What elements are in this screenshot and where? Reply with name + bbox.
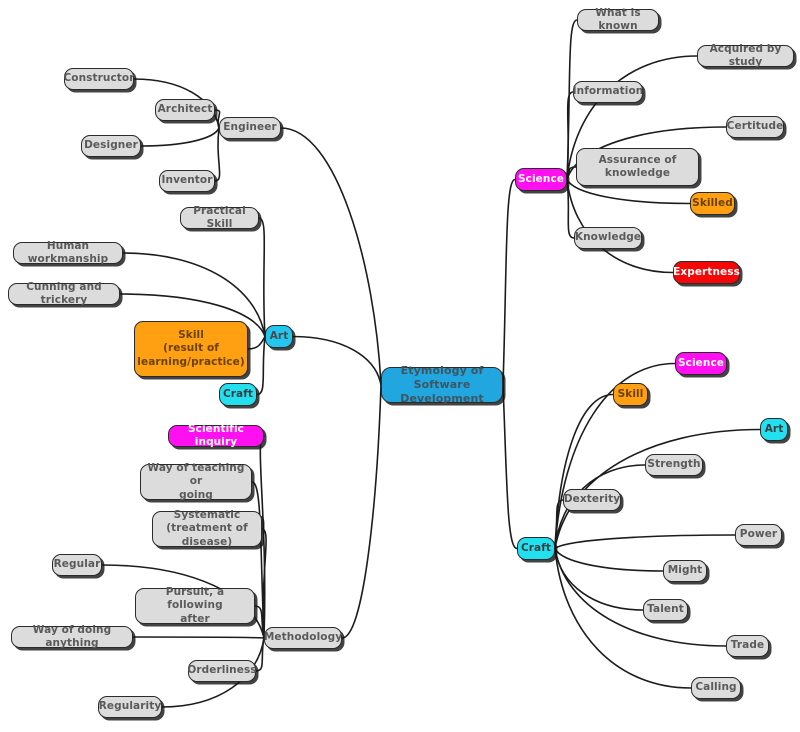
mindmap-node-science[interactable]: Science (515, 168, 567, 191)
edge-root-to-engineer (280, 127, 382, 386)
edge-science-to-expertness (566, 178, 674, 274)
mindmap-node-cunning-trickery[interactable]: Cunning and trickery (8, 281, 120, 306)
edge-root-to-art (292, 335, 382, 386)
mindmap-node-information[interactable]: Information (573, 81, 643, 103)
mindmap-node-power[interactable]: Power (735, 524, 782, 546)
mindmap-node-dexterity[interactable]: Dexterity (563, 489, 621, 511)
mindmap-node-root[interactable]: Etymology of Software Development (381, 364, 503, 405)
mindmap-node-skill-result[interactable]: Skill (result of learning/practice) (134, 321, 248, 377)
edge-root-to-methodology (341, 384, 382, 639)
edge-art-to-skill-result (247, 335, 266, 350)
mindmap-node-talent[interactable]: Talent (643, 599, 688, 621)
mindmap-node-might[interactable]: Might (663, 560, 707, 582)
mindmap-node-craft-science[interactable]: Science (675, 352, 727, 375)
mindmap-node-expertness[interactable]: Expertness (673, 261, 740, 284)
mindmap-node-way-teaching[interactable]: Way of teaching or going (140, 462, 252, 501)
mindmap-node-skilled[interactable]: Skilled (690, 192, 735, 215)
mindmap-node-architect[interactable]: Architect (155, 99, 215, 121)
edge-methodology-to-way-doing (132, 636, 265, 639)
mindmap-node-trade[interactable]: Trade (726, 635, 769, 657)
mindmap-node-practical-skill[interactable]: Practical Skill (180, 205, 259, 230)
mindmap-node-what-is-known[interactable]: What is known (577, 7, 659, 32)
mindmap-node-craft-art[interactable]: Art (760, 418, 788, 441)
mindmap-node-methodology[interactable]: Methodology (264, 627, 342, 649)
edge-craft-right-to-power (554, 534, 736, 550)
mindmap-node-regular[interactable]: Regular (52, 554, 102, 576)
mindmap-node-craft-right[interactable]: Craft (517, 537, 555, 560)
mindmap-node-assurance[interactable]: Assurance of knowledge (576, 148, 699, 186)
mindmap-node-orderliness[interactable]: Orderliness (187, 660, 257, 682)
mindmap-node-strength[interactable]: Strength (645, 454, 703, 476)
mindmap-node-craft-left[interactable]: Craft (219, 383, 257, 406)
mindmap-node-pursuit[interactable]: Pursuit, a following after (135, 586, 255, 625)
mindmap-node-acquired-by-study[interactable]: Acquired by study (697, 43, 794, 68)
mindmap-node-way-doing[interactable]: Way of doing anything (11, 624, 133, 649)
edge-engineer-to-inventor (214, 127, 221, 182)
edge-science-to-information (566, 91, 574, 181)
edge-root-to-science (502, 178, 516, 386)
mindmap-node-calling[interactable]: Calling (691, 677, 741, 699)
mindmap-node-craft-skill[interactable]: Skill (613, 383, 648, 406)
mindmap-node-certitude[interactable]: Certitude (726, 116, 784, 138)
mindmap-node-constructor[interactable]: Constructor (63, 68, 134, 90)
edge-root-to-craft-right (502, 384, 518, 550)
mind-map-canvas: Etymology of Software Development Enginee… (0, 0, 800, 732)
mindmap-node-systematic[interactable]: Systematic (treatment of disease) (152, 509, 262, 548)
edge-craft-right-to-might (554, 547, 664, 572)
edge-craft-right-to-talent (554, 547, 644, 611)
mindmap-node-art[interactable]: Art (265, 325, 293, 348)
mindmap-node-designer[interactable]: Designer (81, 135, 141, 157)
mindmap-node-scientific-inquiry[interactable]: Scientific inquiry (168, 423, 264, 448)
mindmap-node-human-workmanship[interactable]: Human workmanship (13, 240, 123, 265)
edge-engineer-to-designer (140, 127, 220, 147)
mindmap-node-engineer[interactable]: Engineer (219, 117, 281, 139)
mindmap-node-inventor[interactable]: Inventor (159, 170, 215, 192)
mindmap-node-knowledge[interactable]: Knowledge (574, 227, 642, 249)
mindmap-node-regularity[interactable]: Regularity (98, 696, 162, 718)
